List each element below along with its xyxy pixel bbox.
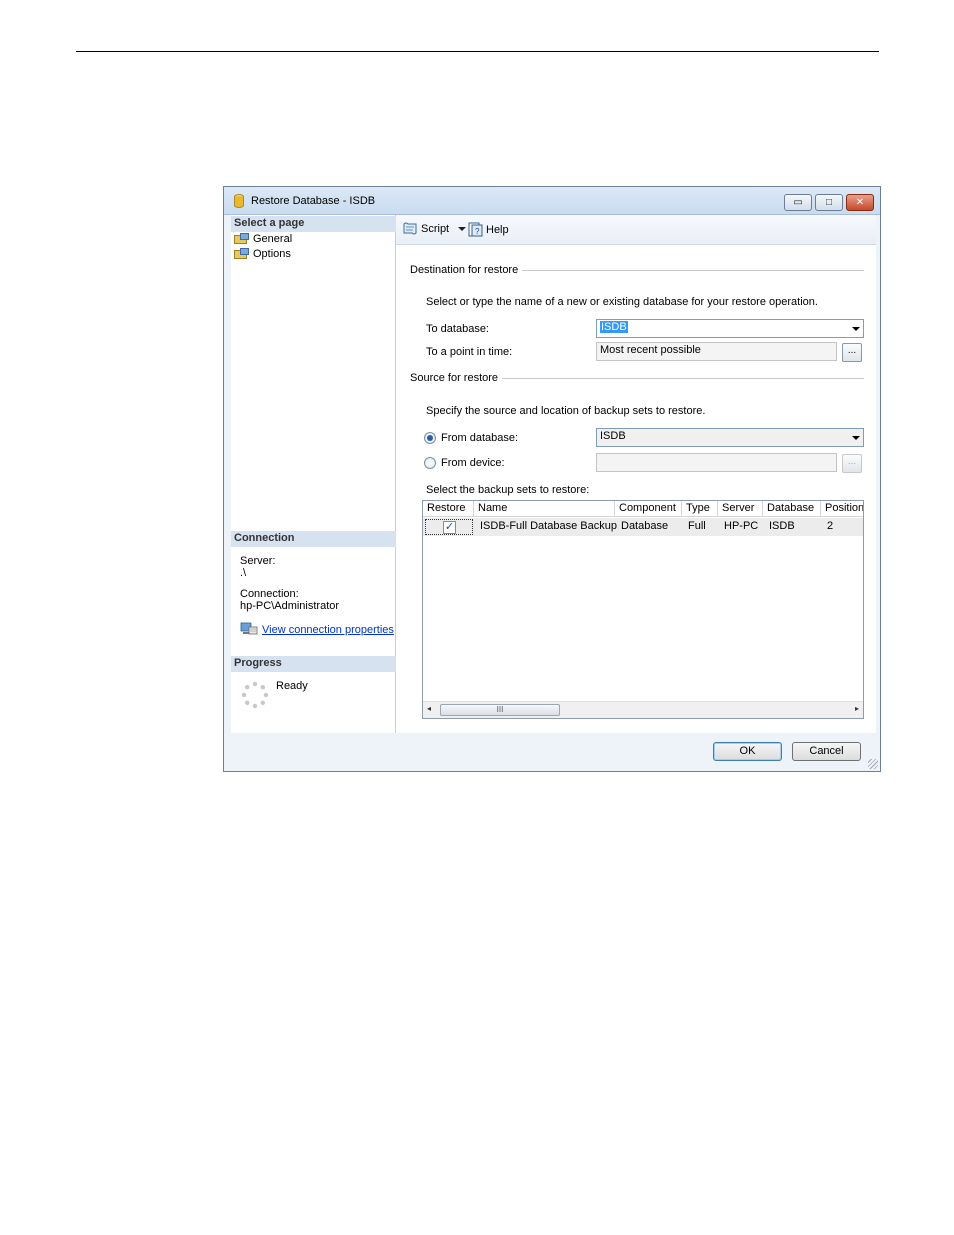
database-icon <box>234 194 244 208</box>
ok-button[interactable]: OK <box>713 742 782 761</box>
column-header-restore[interactable]: Restore <box>423 501 474 517</box>
column-header-type[interactable]: Type <box>682 501 718 517</box>
connection-value: hp-PC\Administrator <box>240 600 340 612</box>
page-icon <box>234 248 249 260</box>
toolbar: Script ? Help <box>396 215 876 245</box>
cell-name: ISDB-Full Database Backup <box>480 520 617 532</box>
progress-header: Progress <box>231 656 396 672</box>
backup-sets-label: Select the backup sets to restore: <box>426 484 590 496</box>
column-header-name[interactable]: Name <box>474 501 615 517</box>
page-icon <box>234 233 249 245</box>
server-value: .\ <box>240 567 247 579</box>
cell-position: 2 <box>827 520 834 532</box>
svg-text:?: ? <box>475 227 480 236</box>
cell-type: Full <box>688 520 706 532</box>
right-pane: Script ? Help Destination for restore Se… <box>396 215 876 733</box>
from-device-field[interactable] <box>596 453 837 472</box>
column-header-component[interactable]: Component <box>615 501 682 517</box>
destination-instruction: Select or type the name of a new or exis… <box>426 296 818 308</box>
progress-status: Ready <box>276 680 308 692</box>
close-icon: ✕ <box>855 197 865 208</box>
chevron-down-icon <box>852 436 860 440</box>
point-in-time-value: Most recent possible <box>600 344 701 356</box>
page-top-rule <box>76 51 879 52</box>
to-database-combo[interactable]: ISDB <box>596 319 864 338</box>
point-in-time-browse-button[interactable]: ... <box>842 343 862 362</box>
column-header-server[interactable]: Server <box>718 501 763 517</box>
window-title: Restore Database - ISDB <box>251 195 376 207</box>
from-device-browse-button[interactable]: ... <box>842 454 862 473</box>
help-icon: ? <box>468 222 483 237</box>
from-device-radio[interactable] <box>424 457 436 469</box>
source-group-label: Source for restore <box>410 372 503 384</box>
backup-sets-grid[interactable]: Restore Name Component Type Server Datab… <box>422 500 864 719</box>
scroll-thumb[interactable]: III <box>440 704 560 716</box>
from-database-value: ISDB <box>600 430 626 442</box>
restore-database-window: Restore Database - ISDB ▭ □ ✕ Select a p… <box>223 186 881 772</box>
resize-grip-icon[interactable] <box>868 759 878 769</box>
chevron-down-icon <box>852 327 860 331</box>
title-bar[interactable]: Restore Database - ISDB ▭ □ ✕ <box>224 187 880 215</box>
cell-database: ISDB <box>769 520 795 532</box>
close-button[interactable]: ✕ <box>846 194 874 211</box>
maximize-button[interactable]: □ <box>815 194 843 211</box>
minimize-button[interactable]: ▭ <box>784 194 812 211</box>
restore-checkbox[interactable]: ✓ <box>443 521 456 534</box>
nav-item-general[interactable]: General <box>234 233 292 245</box>
nav-item-label: General <box>253 233 293 245</box>
column-header-position[interactable]: Position <box>821 501 863 517</box>
from-database-radio[interactable] <box>424 432 436 444</box>
nav-item-label: Options <box>253 248 291 260</box>
progress-spinner-icon <box>241 681 269 709</box>
from-database-label: From database: <box>441 432 519 444</box>
chevron-down-icon[interactable] <box>458 227 467 231</box>
cell-server: HP-PC <box>724 520 759 532</box>
point-in-time-label: To a point in time: <box>426 346 513 358</box>
connection-header: Connection <box>231 531 396 547</box>
from-database-combo[interactable]: ISDB <box>596 428 864 447</box>
table-row[interactable]: ✓ ISDB-Full Database Backup Database Ful… <box>423 518 863 536</box>
destination-group-label: Destination for restore <box>410 264 523 276</box>
script-button[interactable]: Script <box>402 222 467 236</box>
help-button[interactable]: ? Help <box>468 222 509 237</box>
cell-component: Database <box>621 520 669 532</box>
to-database-value: ISDB <box>600 321 628 333</box>
view-connection-properties-link[interactable]: View connection properties <box>262 624 394 636</box>
scroll-left-icon[interactable]: ◂ <box>427 704 431 713</box>
help-label: Help <box>486 223 509 236</box>
nav-item-options[interactable]: Options <box>234 248 291 260</box>
grid-header: Restore Name Component Type Server Datab… <box>423 501 863 517</box>
from-device-label: From device: <box>441 457 505 469</box>
connection-label: Connection: <box>240 588 299 600</box>
script-icon <box>403 222 417 235</box>
server-label: Server: <box>240 555 276 567</box>
horizontal-scrollbar[interactable]: ◂ III ▸ <box>423 701 863 718</box>
maximize-icon: □ <box>825 197 833 208</box>
to-database-label: To database: <box>426 323 489 335</box>
point-in-time-field[interactable]: Most recent possible <box>596 342 837 361</box>
left-pane: Select a page General Options Connection… <box>231 215 396 733</box>
dialog-button-bar: OK Cancel <box>231 733 876 771</box>
scroll-right-icon[interactable]: ▸ <box>855 704 859 713</box>
script-label: Script <box>421 223 450 235</box>
minimize-icon: ▭ <box>793 197 803 208</box>
source-instruction: Specify the source and location of backu… <box>426 405 706 417</box>
connection-properties-icon <box>240 622 258 635</box>
select-page-header: Select a page <box>231 216 396 232</box>
column-header-database[interactable]: Database <box>763 501 821 517</box>
cancel-button[interactable]: Cancel <box>792 742 861 761</box>
